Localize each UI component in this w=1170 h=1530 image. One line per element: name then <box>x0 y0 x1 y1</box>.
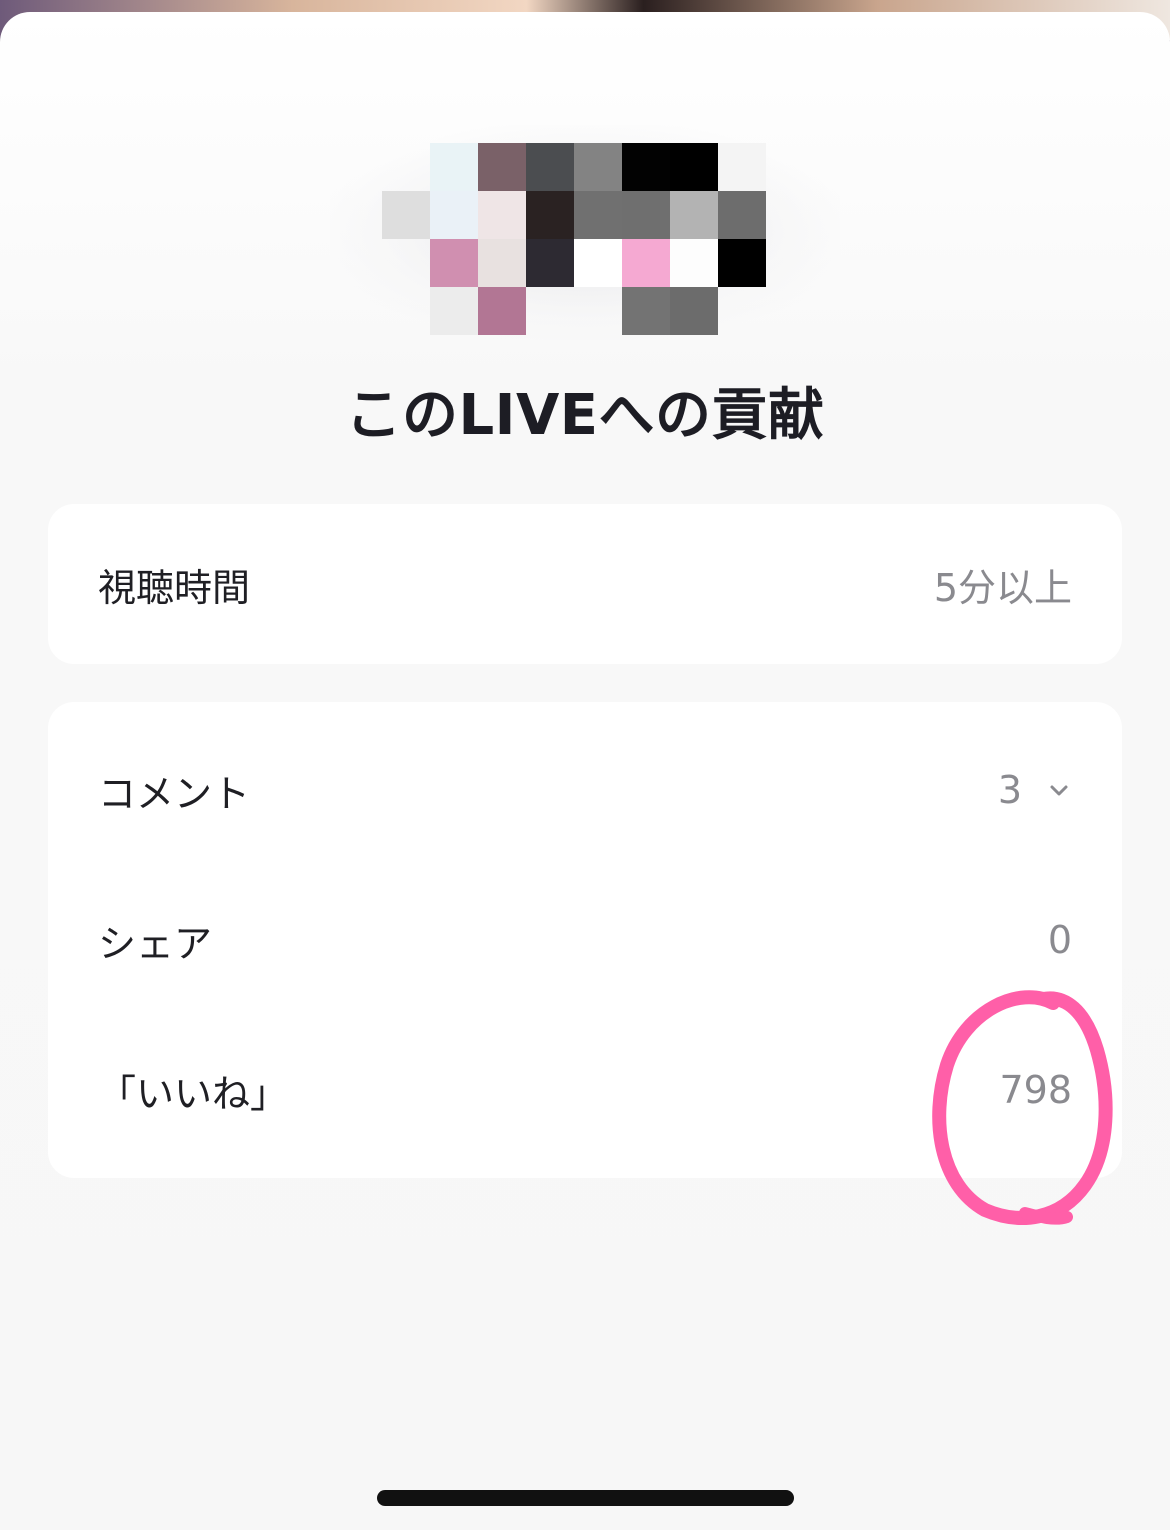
watch-time-card: 視聴時間 5分以上 <box>48 504 1122 664</box>
home-indicator[interactable] <box>377 1490 794 1506</box>
engagement-card: コメント 3 シェア 0 「いいね」 798 <box>48 702 1122 1178</box>
comment-row[interactable]: コメント 3 <box>98 760 1072 820</box>
comment-count: 3 <box>997 768 1022 812</box>
likes-label: 「いいね」 <box>98 1071 289 1116</box>
watch-time-row: 視聴時間 5分以上 <box>98 554 1072 614</box>
watch-time-label: 視聴時間 <box>98 565 251 610</box>
pixelated-avatar-image <box>382 143 766 335</box>
share-label: シェア <box>98 921 213 966</box>
comment-label: コメント <box>98 771 251 816</box>
share-count: 0 <box>1047 918 1072 962</box>
likes-count: 798 <box>999 1068 1072 1112</box>
watch-time-value: 5分以上 <box>933 565 1072 610</box>
page-title: このLIVEへの貢献 <box>345 383 825 448</box>
chevron-down-icon[interactable] <box>1046 777 1072 803</box>
share-row: シェア 0 <box>98 910 1072 970</box>
avatar <box>330 125 840 340</box>
likes-row: 「いいね」 798 <box>98 1060 1072 1120</box>
